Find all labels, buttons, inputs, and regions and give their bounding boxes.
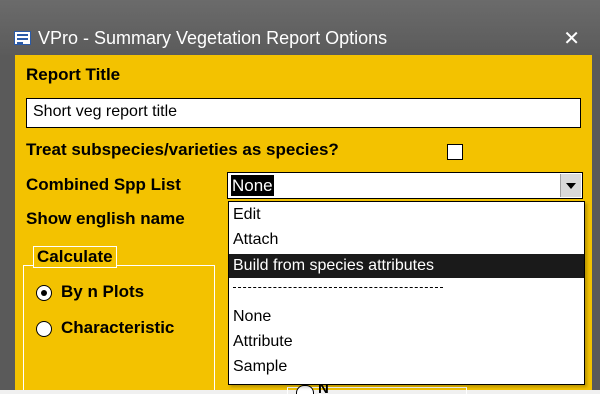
secondary-option-label[interactable]: N xyxy=(318,384,329,393)
chevron-down-icon xyxy=(566,183,576,189)
dropdown-item-attribute[interactable]: Attribute xyxy=(229,330,584,354)
report-options-window: VPro - Summary Vegetation Report Options… xyxy=(0,0,600,394)
dropdown-item-build-from-species-attributes[interactable]: Build from species attributes xyxy=(229,254,584,278)
dropdown-item-attach[interactable]: Attach xyxy=(229,228,584,252)
treat-subspecies-checkbox[interactable] xyxy=(447,144,463,160)
dropdown-separator xyxy=(233,287,443,288)
characteristic-label[interactable]: Characteristic xyxy=(61,318,174,338)
close-icon: ✕ xyxy=(563,28,580,50)
combined-spp-combobox[interactable]: None xyxy=(227,172,583,199)
calculate-group-legend: Calculate xyxy=(33,246,117,268)
close-button[interactable]: ✕ xyxy=(563,26,580,51)
report-title-label: Report Title xyxy=(26,65,121,84)
radio-selected-dot xyxy=(41,290,47,296)
dropdown-item-sample[interactable]: Sample xyxy=(229,355,584,379)
treat-subspecies-label: Treat subspecies/varieties as species? xyxy=(26,140,339,159)
window-title: VPro - Summary Vegetation Report Options xyxy=(38,28,388,48)
dropdown-item-edit[interactable]: Edit xyxy=(229,203,584,227)
combined-spp-dropdown-list: Edit Attach Build from species attribute… xyxy=(228,201,585,385)
combined-spp-value: None xyxy=(231,175,274,196)
title-bar[interactable]: VPro - Summary Vegetation Report Options… xyxy=(0,0,600,55)
form-icon xyxy=(14,31,31,45)
dropdown-button[interactable] xyxy=(560,174,581,197)
characteristic-radio[interactable] xyxy=(36,321,52,337)
report-title-input[interactable]: Short veg report title xyxy=(26,98,581,128)
secondary-group xyxy=(287,387,467,394)
show-english-label: Show english name xyxy=(26,209,185,228)
dropdown-item-none[interactable]: None xyxy=(229,305,584,329)
by-n-plots-radio[interactable] xyxy=(36,285,52,301)
by-n-plots-label[interactable]: By n Plots xyxy=(61,282,144,302)
combined-spp-label: Combined Spp List xyxy=(26,175,181,194)
